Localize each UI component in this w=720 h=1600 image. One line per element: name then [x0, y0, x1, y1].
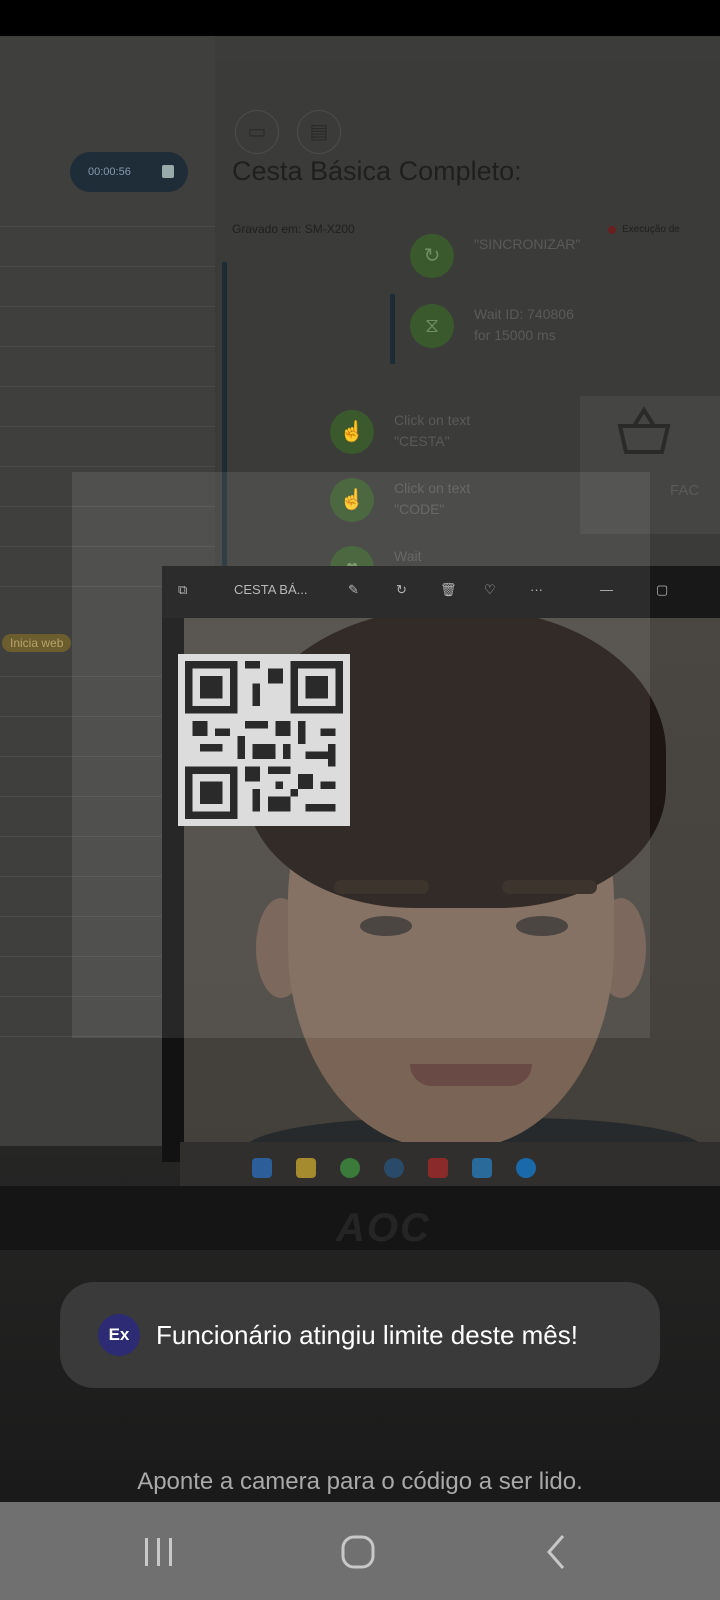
status-bar [0, 0, 720, 36]
tag-pill: Inicia web [2, 634, 72, 652]
timer-text: 00:00:56 [88, 166, 131, 178]
app-icon [384, 1158, 404, 1178]
toast-message: Ex Funcionário atingiu limite deste mês! [60, 1282, 660, 1388]
monitor-brand: AOC [336, 1206, 431, 1250]
scan-hint: Aponte a camera para o código a ser lido… [137, 1468, 583, 1495]
flow-title: Cesta Básica Completo: [232, 156, 522, 186]
execution-label: Execução de [608, 224, 680, 235]
back-button[interactable] [535, 1530, 585, 1574]
photos-icon [472, 1158, 492, 1178]
windows-icon [252, 1158, 272, 1178]
android-nav-bar [0, 1502, 720, 1600]
recorded-on: Gravado em: SM-X200 [232, 222, 355, 236]
chrome-icon [340, 1158, 360, 1178]
basket-icon [617, 406, 671, 454]
home-icon [341, 1535, 375, 1569]
step-icon: ↻ [410, 234, 454, 278]
step-item: ⧖ Wait ID: 740806 for 15000 ms [410, 304, 574, 348]
maximize-icon: ▢ [656, 582, 669, 597]
app-icon [516, 1158, 536, 1178]
window-icon: ▭ [235, 110, 279, 154]
timer-icon: ⧖ [410, 304, 454, 348]
recents-button[interactable] [135, 1530, 185, 1574]
timeline-line [390, 294, 395, 364]
folder-icon [296, 1158, 316, 1178]
step-item: ↻ "SINCRONIZAR" [410, 234, 580, 278]
app-badge-icon: Ex [98, 1314, 140, 1356]
recording-timer: 00:00:56 [70, 152, 188, 192]
scan-frame [72, 472, 650, 1038]
step-item: ☝ Click on text "CESTA" [330, 410, 470, 454]
home-button[interactable] [335, 1530, 385, 1574]
recents-icon [145, 1538, 172, 1566]
toast-text: Funcionário atingiu limite deste mês! [156, 1319, 578, 1350]
clipboard-icon: ▤ [297, 110, 341, 154]
card-label: FAC [670, 482, 700, 499]
stop-icon [162, 165, 174, 178]
app-icon [428, 1158, 448, 1178]
back-icon [547, 1535, 565, 1569]
touch-icon: ☝ [330, 410, 374, 454]
